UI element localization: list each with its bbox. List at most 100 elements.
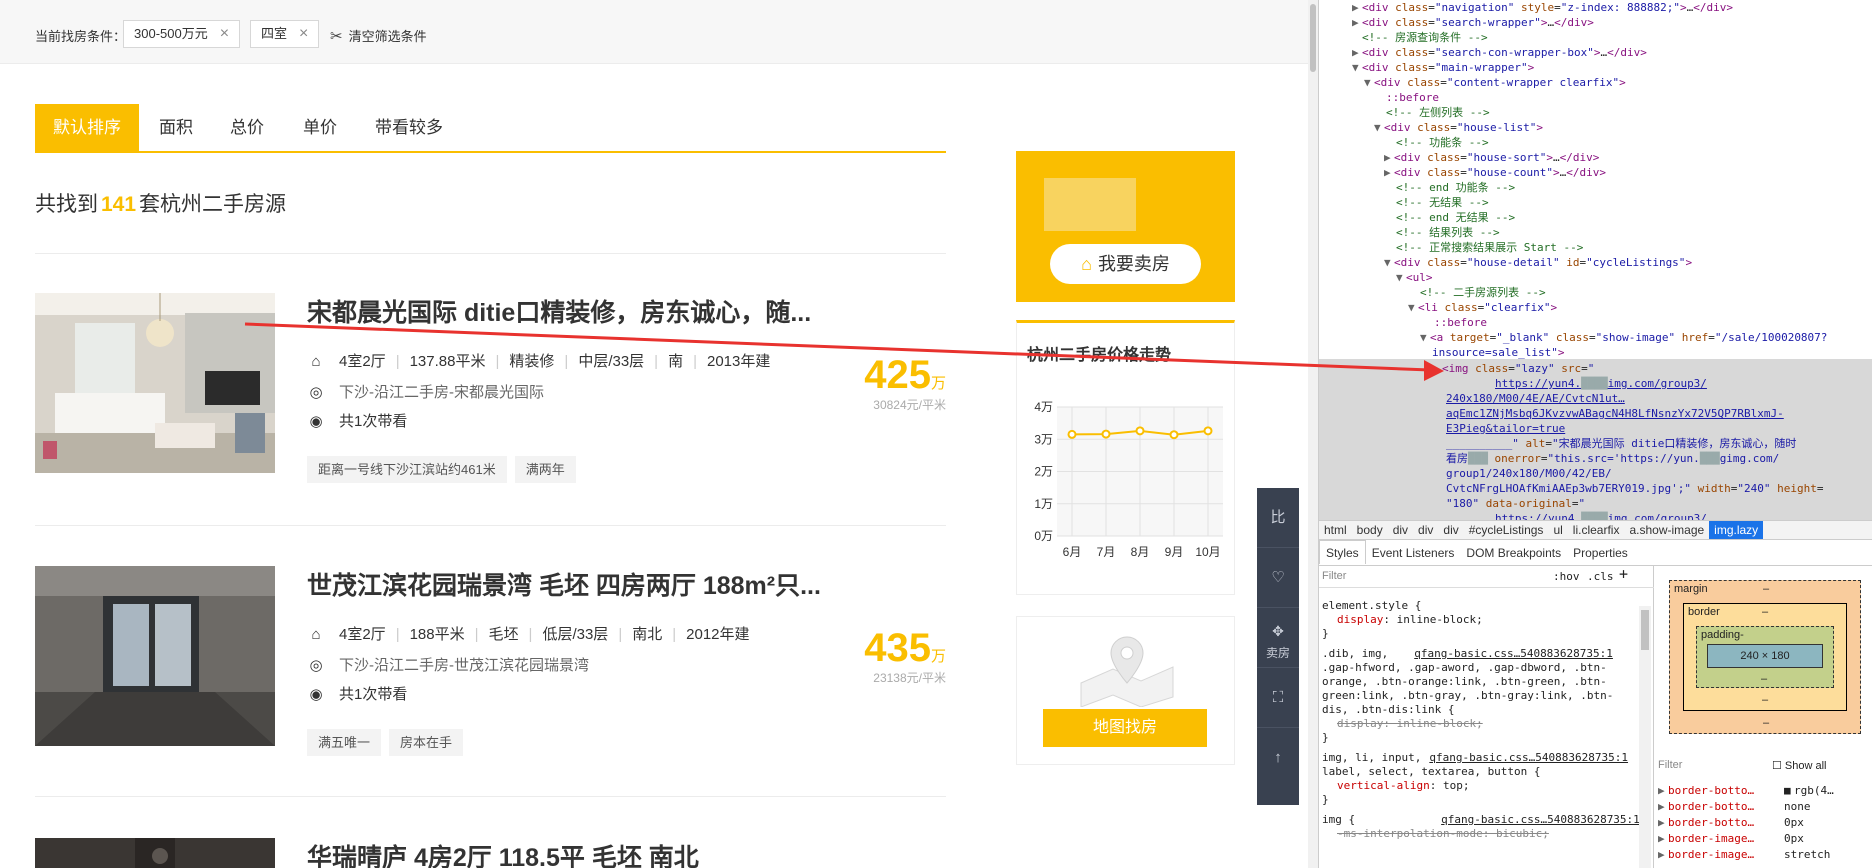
location-text[interactable]: 下沙-沿江二手房-世茂江滨花园瑞景湾 — [339, 657, 589, 674]
dom-comment[interactable]: <!-- end 功能条 --> — [1396, 180, 1515, 195]
close-icon[interactable]: × — [220, 25, 229, 42]
clear-filters-link[interactable]: ✂ 清空筛选条件 — [330, 26, 427, 45]
dom-node[interactable]: ▼ <a target="_blank" class="show-image" h… — [1420, 330, 1827, 345]
dom-attr-value[interactable]: CvtcNFrgLHOAfKmiAAEp3wb7ERY019.jpg';" wi… — [1446, 481, 1824, 496]
cls-toggle[interactable]: .cls — [1587, 569, 1614, 584]
listing-photo[interactable] — [35, 293, 275, 473]
dom-attr-value[interactable]: 看房███ onerror="this.src='https://yun.███… — [1446, 451, 1779, 466]
crumb-active[interactable]: img.lazy — [1709, 521, 1764, 539]
style-rule-selector[interactable]: orange, .btn-orange:link, .btn-green, .b… — [1322, 674, 1607, 689]
style-rule-selector[interactable]: dis, .btn-dis:link { — [1322, 702, 1454, 717]
crumb[interactable]: div — [1388, 521, 1413, 539]
dom-node[interactable]: ▶ <div class="search-con-wrapper-box">…</… — [1352, 45, 1647, 60]
location-text[interactable]: 下沙-沿江二手房-宋都晨光国际 — [339, 384, 544, 401]
crumb[interactable]: html — [1319, 521, 1352, 539]
box-model-padding[interactable]: padding- 240 × 180 – — [1696, 626, 1834, 688]
sort-tab-most-viewed[interactable]: 带看较多 — [375, 104, 443, 151]
listing-title[interactable]: 华瑞晴庐 4房2厅 118.5平 毛坯 南北 — [307, 838, 699, 868]
listing-location[interactable]: ◎ 下沙-沿江二手房-世茂江滨花园瑞景湾 — [307, 654, 589, 675]
dom-comment[interactable]: <!-- 无结果 --> — [1396, 195, 1489, 210]
style-decl[interactable]: vertical-align: top; — [1337, 778, 1469, 793]
box-model-content[interactable]: 240 × 180 — [1707, 644, 1823, 668]
dom-comment[interactable]: <!-- 左侧列表 --> — [1386, 105, 1490, 120]
dom-attr-value[interactable]: https://yun4.████img.com/group3/ — [1495, 376, 1707, 391]
dom-node[interactable]: ▼ <div class="house-list"> — [1374, 120, 1543, 135]
tab-event-listeners[interactable]: Event Listeners — [1366, 540, 1461, 566]
dom-node[interactable]: ▼ <div class="main-wrapper"> — [1352, 60, 1534, 75]
computed-row[interactable]: ▶ border-image… 0px — [1658, 831, 1804, 847]
show-all-checkbox[interactable]: ☐ Show all — [1772, 759, 1827, 772]
dom-node[interactable]: ▶ <div class="search-wrapper">…</div> — [1352, 15, 1594, 30]
styles-scrollbar[interactable] — [1639, 606, 1651, 868]
dom-attr-value[interactable]: E3Pieg&tailor=true — [1446, 421, 1565, 436]
dom-pseudo[interactable]: ::before — [1386, 90, 1439, 105]
style-rule-selector[interactable]: label, select, textarea, button { — [1322, 764, 1541, 779]
dom-node-selected[interactable]: <img class="lazy" src=" — [1442, 361, 1594, 376]
listing-title[interactable]: 宋都晨光国际 ditie口精装修，房东诚心，随... — [307, 293, 811, 329]
data-point[interactable] — [1101, 429, 1111, 439]
dom-node[interactable]: insource=sale_list"> — [1432, 345, 1564, 360]
computed-filter-input[interactable]: Filter — [1658, 759, 1682, 771]
styles-filter-input[interactable]: Filter — [1322, 569, 1346, 584]
dom-comment[interactable]: <!-- 功能条 --> — [1396, 135, 1489, 150]
tab-properties[interactable]: Properties — [1567, 540, 1634, 566]
style-decl-overridden[interactable]: display: inline-block; — [1337, 716, 1483, 731]
computed-row[interactable]: ▶ border-botto… ■ rgb(4… — [1658, 783, 1834, 799]
dom-node[interactable]: ▼ <li class="clearfix"> — [1408, 300, 1557, 315]
box-model-margin[interactable]: margin – border – padding- 240 × 180 – –… — [1669, 580, 1861, 734]
dom-node[interactable]: ▶ <div class="house-count">…</div> — [1384, 165, 1606, 180]
filter-chip-rooms[interactable]: 四室 × — [250, 20, 320, 48]
data-point[interactable] — [1169, 430, 1179, 440]
sort-tab-total-price[interactable]: 总价 — [230, 104, 264, 151]
dom-attr-value[interactable]: "180" data-original=" — [1446, 496, 1585, 511]
sort-tab-default[interactable]: 默认排序 — [35, 104, 139, 151]
dom-node[interactable]: ▼ <ul> — [1396, 270, 1433, 285]
dom-node[interactable]: ▶ <div class="navigation" style="z-index:… — [1352, 0, 1733, 15]
dom-attr-value[interactable]: aqEmc1ZNjMsbq6JKvzvwABagcN4H8LfNsnzYx72V… — [1446, 406, 1784, 421]
dom-comment[interactable]: <!-- 房源查询条件 --> — [1362, 30, 1488, 45]
style-rule-selector[interactable]: .dib, img, qfang-basic.css…540883628735:1 — [1322, 646, 1613, 661]
box-model-border[interactable]: border – padding- 240 × 180 – – — [1683, 603, 1847, 711]
listing-title[interactable]: 世茂江滨花园瑞景湾 毛坯 四房两厅 188m²只... — [307, 566, 821, 602]
add-rule-icon[interactable]: + — [1619, 567, 1628, 582]
style-rule-selector[interactable]: .gap-hfword, .gap-aword, .gap-dbword, .b… — [1322, 660, 1607, 675]
crumb[interactable]: li.clearfix — [1568, 521, 1625, 539]
scrollbar-thumb[interactable] — [1310, 4, 1316, 72]
dom-attr-value[interactable]: 240x180/M00/4E/AE/CvtcN1ut… — [1446, 391, 1625, 406]
close-icon[interactable]: × — [299, 25, 308, 42]
back-to-top-button[interactable]: ↑ — [1257, 728, 1299, 788]
data-point[interactable] — [1203, 426, 1213, 436]
hov-toggle[interactable]: :hov — [1553, 569, 1580, 584]
map-search-button[interactable]: 地图找房 — [1043, 709, 1207, 747]
scrollbar-thumb[interactable] — [1641, 610, 1649, 650]
style-rule-selector[interactable]: element.style { — [1322, 598, 1421, 613]
dom-comment[interactable]: <!-- end 无结果 --> — [1396, 210, 1515, 225]
listing-location[interactable]: ◎ 下沙-沿江二手房-宋都晨光国际 — [307, 381, 544, 402]
style-rule-selector[interactable]: img, li, input, qfang-basic.css…540883628… — [1322, 750, 1628, 765]
dom-comment[interactable]: <!-- 结果列表 --> — [1396, 225, 1500, 240]
dom-node[interactable]: ▶ <div class="house-sort">…</div> — [1384, 150, 1599, 165]
listing-card[interactable]: 世茂江滨花园瑞景湾 毛坯 四房两厅 188m²只... ⌂ 4室2厅 | 188平米 |… — [35, 566, 946, 756]
favorite-button[interactable]: ♡ — [1257, 548, 1299, 608]
computed-row[interactable]: ▶ border-botto… 0px — [1658, 815, 1804, 831]
dom-attr-value[interactable]: __________" alt="宋都晨光国际 ditie口精装修，房东诚心，随… — [1446, 436, 1796, 451]
style-rule-selector[interactable]: img {qfang-basic.css…540883628735:1 — [1322, 812, 1640, 827]
computed-row[interactable]: ▶ border-botto… none — [1658, 799, 1811, 815]
dom-attr-value[interactable]: https://yun4.████img.com/group3/ — [1495, 511, 1707, 520]
data-point[interactable] — [1067, 429, 1077, 439]
sort-tab-unit-price[interactable]: 单价 — [303, 104, 337, 151]
crumb[interactable]: ul — [1548, 521, 1567, 539]
dom-attr-value[interactable]: group1/240x180/M00/42/EB/ — [1446, 466, 1612, 481]
computed-row[interactable]: ▶ border-image… stretch — [1658, 847, 1830, 863]
data-point[interactable] — [1135, 426, 1145, 436]
crumb[interactable]: div — [1438, 521, 1463, 539]
crumb[interactable]: body — [1352, 521, 1388, 539]
compare-button[interactable]: 比 — [1257, 488, 1299, 548]
dom-node[interactable]: ▼ <div class="content-wrapper clearfix"> — [1364, 75, 1626, 90]
style-decl[interactable]: display: inline-block; — [1337, 612, 1483, 627]
sell-house-button[interactable]: ⌂ 我要卖房 — [1050, 244, 1201, 284]
filter-chip-price[interactable]: 300-500万元 × — [123, 20, 241, 48]
crumb[interactable]: a.show-image — [1624, 521, 1709, 539]
listing-photo[interactable] — [35, 566, 275, 746]
crumb[interactable]: #cycleListings — [1464, 521, 1549, 539]
